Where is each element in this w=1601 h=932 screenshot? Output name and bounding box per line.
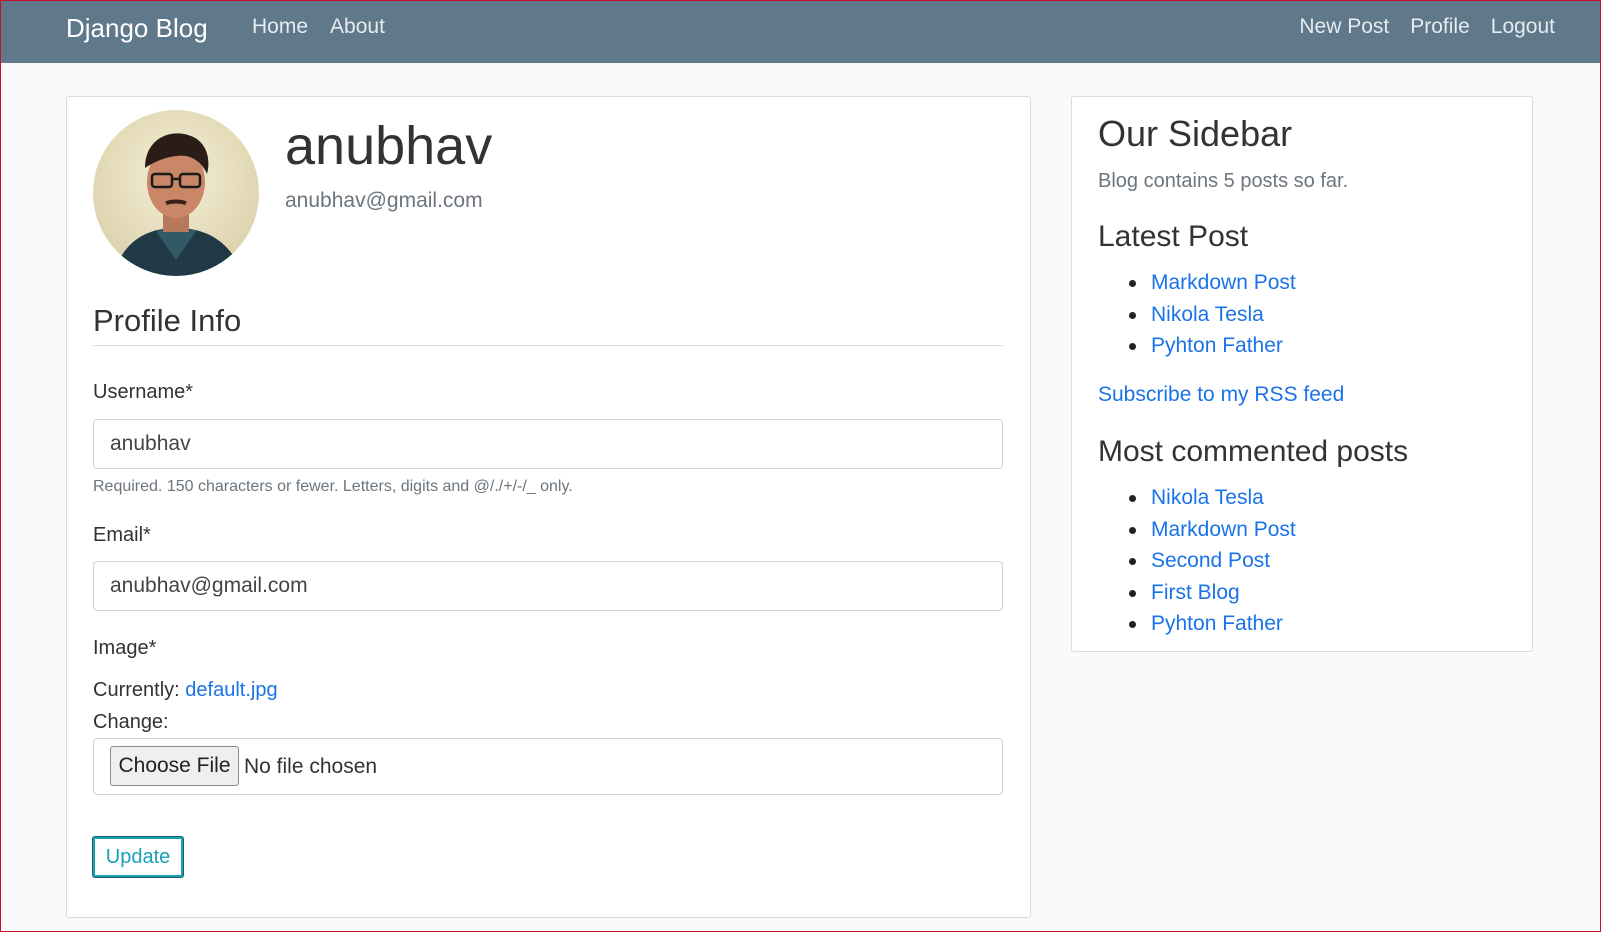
username-help-text: Required. 150 characters or fewer. Lette…	[93, 478, 573, 495]
sidebar-title: Our Sidebar	[1098, 113, 1293, 154]
list-item: Nikola Tesla	[1129, 299, 1296, 331]
list-item: Markdown Post	[1129, 267, 1296, 299]
latest-post-link[interactable]: Markdown Post	[1151, 271, 1296, 294]
current-file-link[interactable]: default.jpg	[185, 679, 277, 701]
most-commented-list: Nikola Tesla Markdown Post Second Post F…	[1129, 482, 1296, 640]
top-navbar: Django Blog Home About New Post Profile …	[1, 1, 1600, 63]
list-item: Pyhton Father	[1129, 608, 1296, 640]
choose-file-button[interactable]: Choose File	[110, 746, 239, 786]
nav-profile-link[interactable]: Profile	[1410, 15, 1470, 39]
list-item: Markdown Post	[1129, 514, 1296, 546]
nav-home-link[interactable]: Home	[252, 15, 308, 39]
nav-right-links: New Post Profile Logout	[1299, 15, 1555, 39]
image-label: Image*	[93, 637, 157, 659]
sidebar-card: Our Sidebar Blog contains 5 posts so far…	[1071, 96, 1533, 652]
list-item: Nikola Tesla	[1129, 482, 1296, 514]
commented-post-link[interactable]: Pyhton Father	[1151, 612, 1283, 635]
commented-post-link[interactable]: Second Post	[1151, 549, 1270, 572]
list-item: Second Post	[1129, 545, 1296, 577]
email-field[interactable]	[93, 561, 1003, 611]
latest-post-link[interactable]: Pyhton Father	[1151, 334, 1283, 357]
commented-post-link[interactable]: Nikola Tesla	[1151, 486, 1264, 509]
file-input[interactable]: Choose File No file chosen	[93, 738, 1003, 795]
currently-row: Currently: default.jpg	[93, 679, 278, 702]
username-field[interactable]	[93, 419, 1003, 469]
nav-new-post-link[interactable]: New Post	[1299, 15, 1389, 39]
profile-email: anubhav@gmail.com	[285, 189, 483, 212]
nav-logout-link[interactable]: Logout	[1491, 15, 1555, 39]
profile-username: anubhav	[285, 116, 493, 176]
change-label: Change:	[93, 711, 169, 733]
list-item: First Blog	[1129, 577, 1296, 609]
latest-post-heading: Latest Post	[1098, 220, 1249, 253]
brand-logo[interactable]: Django Blog	[66, 13, 208, 44]
commented-post-link[interactable]: First Blog	[1151, 581, 1240, 604]
latest-post-list: Markdown Post Nikola Tesla Pyhton Father	[1129, 267, 1296, 362]
profile-card: anubhav anubhav@gmail.com Profile Info U…	[66, 96, 1031, 918]
nav-about-link[interactable]: About	[330, 15, 385, 39]
username-label: Username*	[93, 381, 194, 403]
avatar	[93, 110, 259, 276]
most-commented-heading: Most commented posts	[1098, 435, 1409, 468]
list-item: Pyhton Father	[1129, 330, 1296, 362]
update-button[interactable]: Update	[93, 837, 183, 877]
nav-left-links: Home About	[252, 15, 385, 39]
currently-label: Currently:	[93, 679, 180, 701]
post-count-text: Blog contains 5 posts so far.	[1098, 170, 1349, 192]
file-status-text: No file chosen	[244, 755, 378, 778]
commented-post-link[interactable]: Markdown Post	[1151, 518, 1296, 541]
email-label: Email*	[93, 524, 151, 546]
latest-post-link[interactable]: Nikola Tesla	[1151, 303, 1264, 326]
rss-feed-link[interactable]: Subscribe to my RSS feed	[1098, 383, 1344, 407]
section-title: Profile Info	[93, 303, 1003, 346]
